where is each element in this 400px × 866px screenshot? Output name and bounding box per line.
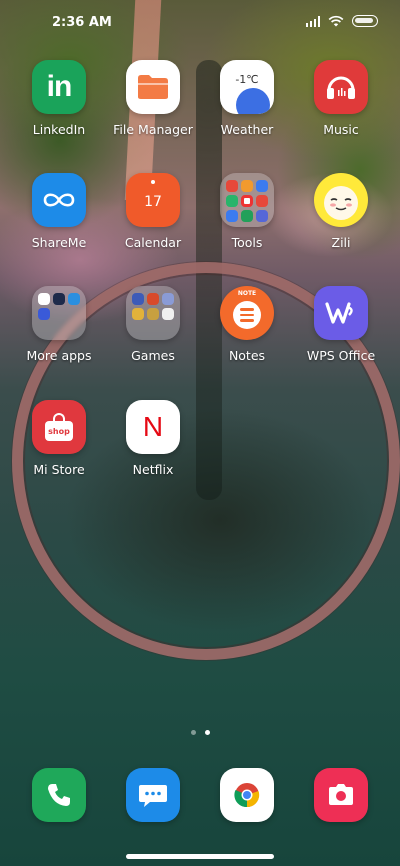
app-weather[interactable]: -1℃ Weather (200, 60, 294, 137)
camera-icon (329, 784, 353, 805)
dock-phone[interactable] (32, 768, 86, 822)
app-games[interactable]: Games (106, 286, 200, 363)
app-linkedin[interactable]: in LinkedIn (12, 60, 106, 137)
signal-icon (305, 15, 320, 27)
app-zili[interactable]: Zili (294, 173, 388, 250)
netflix-icon: N (126, 400, 180, 454)
weather-icon: -1℃ (220, 60, 274, 114)
app-music[interactable]: Music (294, 60, 388, 137)
page-dot[interactable] (190, 730, 196, 735)
messages-icon (139, 785, 167, 807)
app-label: File Manager (113, 122, 193, 137)
app-label: Weather (220, 122, 274, 137)
app-label: ShareMe (31, 235, 87, 250)
more-apps-folder-icon (32, 286, 86, 340)
home-indicator[interactable] (126, 854, 274, 859)
app-shareme[interactable]: ShareMe (12, 173, 106, 250)
games-folder-icon (126, 286, 180, 340)
app-label: Mi Store (33, 462, 85, 477)
wps-office-icon (314, 286, 368, 340)
page-dot-current[interactable] (204, 730, 210, 735)
app-label: Calendar (124, 235, 182, 250)
app-calendar[interactable]: 17 Calendar (106, 173, 200, 250)
dock-messages[interactable] (126, 768, 180, 822)
zili-icon (314, 173, 368, 227)
app-label: Games (131, 348, 175, 363)
app-label: Netflix (132, 462, 174, 477)
app-label: Zili (331, 235, 351, 250)
battery-icon (352, 15, 378, 27)
app-file-manager[interactable]: File Manager (106, 60, 200, 137)
calendar-icon: 17 (126, 173, 180, 227)
app-wps-office[interactable]: WPS Office (294, 286, 388, 363)
headphones-icon (314, 60, 368, 114)
app-more-apps[interactable]: More apps (12, 286, 106, 363)
folder-icon (126, 60, 180, 114)
app-mi-store[interactable]: shop Mi Store (12, 400, 106, 477)
app-label: Notes (228, 348, 266, 363)
shareme-icon (32, 173, 86, 227)
app-label: LinkedIn (32, 122, 86, 137)
app-netflix[interactable]: N Netflix (106, 400, 200, 477)
app-label: WPS Office (306, 348, 376, 363)
notes-icon: NOTE (220, 286, 274, 340)
app-label: Tools (231, 235, 263, 250)
app-tools[interactable]: Tools (200, 173, 294, 250)
dock-chrome[interactable] (220, 768, 274, 822)
linkedin-icon: in (32, 60, 86, 114)
wifi-icon (328, 15, 344, 27)
status-bar: 2:36 AM (0, 0, 400, 44)
tools-folder-icon (220, 173, 274, 227)
chrome-icon (234, 783, 260, 808)
app-notes[interactable]: NOTE Notes (200, 286, 294, 363)
app-label: More apps (26, 348, 92, 363)
status-time: 2:36 AM (52, 15, 112, 30)
phone-icon (48, 784, 70, 806)
page-indicator (0, 730, 400, 735)
app-label: Music (323, 122, 359, 137)
dock-camera[interactable] (314, 768, 368, 822)
mi-store-icon: shop (32, 400, 86, 454)
